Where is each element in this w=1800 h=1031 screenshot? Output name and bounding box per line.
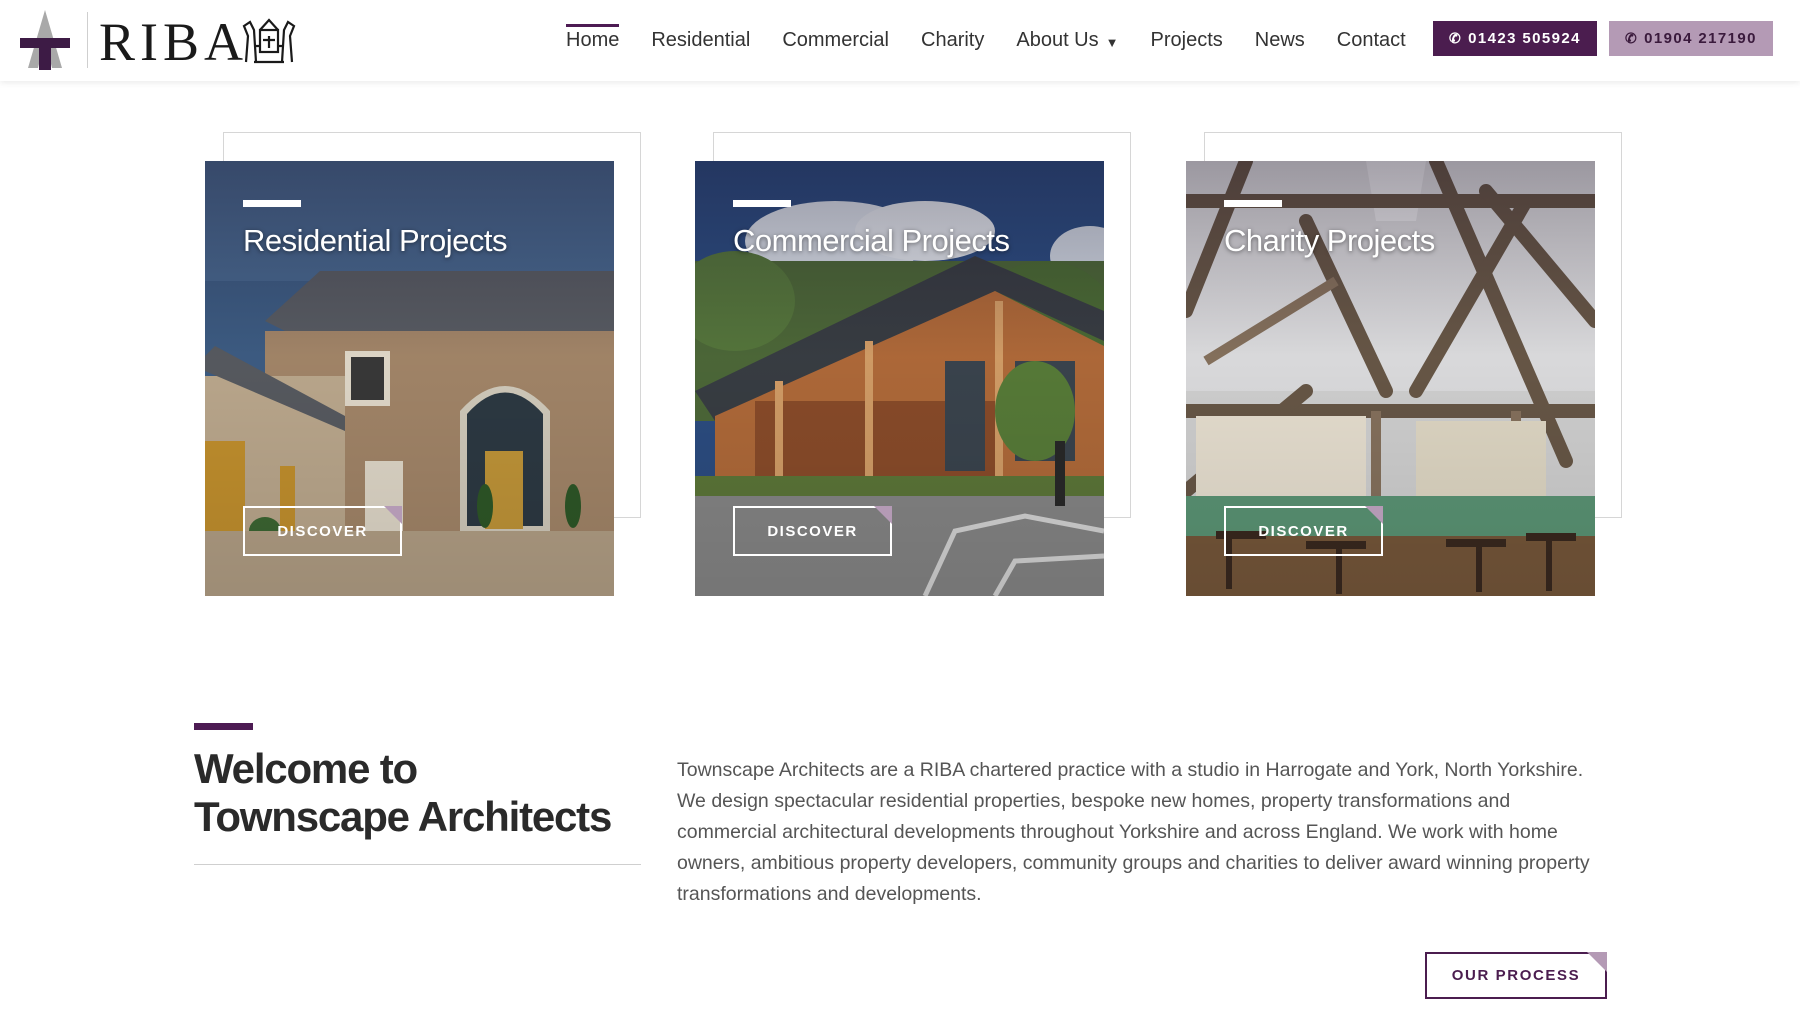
phone-icon: ✆ [1449, 30, 1463, 46]
commercial-card-image[interactable]: Commercial Projects DISCOVER [695, 161, 1104, 596]
main-nav: Home Residential Commercial Charity Abou… [566, 0, 1438, 81]
nav-news-label: News [1254, 29, 1305, 51]
welcome-title: Welcome to Townscape Architects [194, 745, 612, 840]
welcome-divider [194, 864, 641, 865]
logo-divider [87, 12, 88, 68]
phone-york-number: 01904 217190 [1644, 30, 1757, 47]
nav-about-us-label: About Us [1016, 29, 1099, 51]
charity-card-image[interactable]: Charity Projects DISCOVER [1186, 161, 1595, 596]
nav-residential-label: Residential [651, 29, 751, 51]
card-title: Charity Projects [1224, 223, 1435, 258]
phone-york-button[interactable]: ✆ 01904 217190 [1609, 21, 1773, 56]
nav-news[interactable]: News [1255, 0, 1305, 81]
discover-button[interactable]: DISCOVER [1224, 506, 1383, 556]
nav-commercial-label: Commercial [782, 29, 889, 51]
discover-button[interactable]: DISCOVER [243, 506, 402, 556]
phone-harrogate-button[interactable]: ✆ 01423 505924 [1433, 21, 1597, 56]
nav-projects[interactable]: Projects [1151, 0, 1223, 81]
residential-card-image[interactable]: Residential Projects DISCOVER [205, 161, 614, 596]
welcome-body-text: Townscape Architects are a RIBA chartere… [677, 759, 1590, 905]
commercial-card[interactable]: Commercial Projects DISCOVER [695, 132, 1131, 596]
phone-harrogate-number: 01423 505924 [1468, 30, 1581, 47]
chevron-down-icon: ▼ [1105, 34, 1119, 50]
residential-card[interactable]: Residential Projects DISCOVER [205, 132, 641, 596]
nav-charity[interactable]: Charity [921, 0, 984, 81]
nav-residential[interactable]: Residential [651, 0, 750, 81]
charity-card[interactable]: Charity Projects DISCOVER [1186, 132, 1622, 596]
phone-icon: ✆ [1625, 30, 1639, 46]
card-title: Residential Projects [243, 223, 507, 258]
nav-contact-label: Contact [1336, 29, 1406, 51]
nav-contact[interactable]: Contact [1337, 0, 1406, 81]
townscape-logo-icon[interactable] [18, 10, 72, 70]
card-title-rule [733, 200, 791, 207]
discover-button[interactable]: DISCOVER [733, 506, 892, 556]
our-process-button[interactable]: OUR PROCESS [1425, 952, 1607, 999]
card-title-rule [1224, 200, 1282, 207]
card-title-rule [243, 200, 301, 207]
card-title: Commercial Projects [733, 223, 1010, 258]
nav-commercial[interactable]: Commercial [782, 0, 889, 81]
nav-projects-label: Projects [1150, 29, 1223, 51]
riba-crest-icon [242, 18, 296, 64]
nav-home-label: Home [566, 29, 620, 51]
welcome-accent-bar [194, 723, 253, 730]
nav-home[interactable]: Home [566, 0, 620, 81]
site-header: RIBA Home Residential Commercial Charity… [0, 0, 1800, 81]
riba-logo-text: RIBA [99, 12, 249, 72]
nav-charity-label: Charity [921, 29, 985, 51]
nav-about-us[interactable]: About Us ▼ [1016, 0, 1118, 81]
